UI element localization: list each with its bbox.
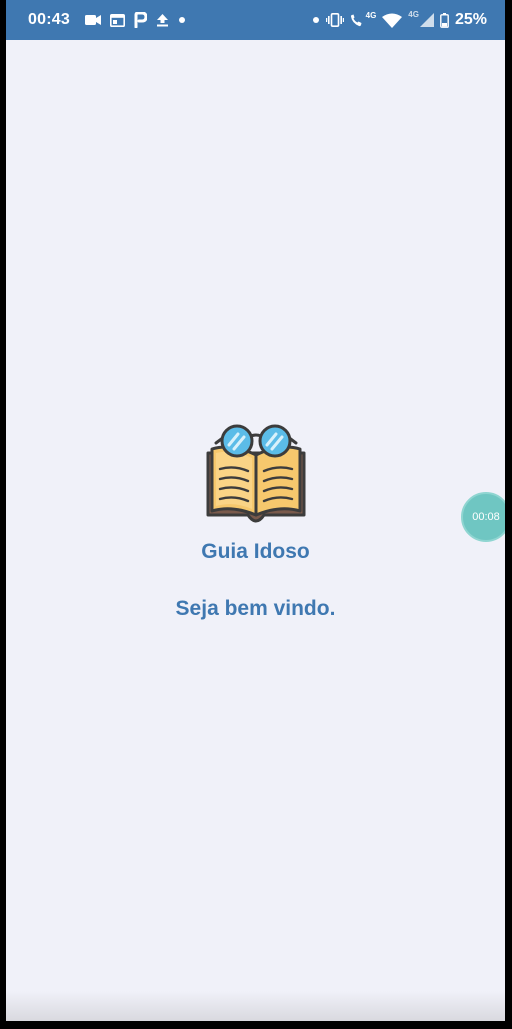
vibrate-icon xyxy=(325,0,344,40)
upload-icon xyxy=(156,0,169,40)
wifi-icon xyxy=(382,0,403,40)
status-right-group: 4G 4G 25% xyxy=(312,0,487,40)
recording-timer: 00:08 xyxy=(472,511,500,523)
splash-screen: Guia Idoso Seja bem vindo. xyxy=(6,40,505,995)
window-icon xyxy=(109,0,125,40)
dot-icon xyxy=(312,0,320,40)
video-camera-icon xyxy=(84,0,101,40)
battery-percentage: 25% xyxy=(454,11,487,28)
status-left-group: 00:43 xyxy=(28,0,186,40)
screen-recorder-bubble[interactable]: 00:08 xyxy=(461,492,505,542)
network-type-label: 4G xyxy=(365,11,377,20)
status-time: 00:43 xyxy=(28,11,70,28)
app-title: Guia Idoso xyxy=(201,540,310,563)
network-type-label: 4G xyxy=(408,10,419,19)
signal-icon: 4G xyxy=(408,0,434,40)
navigation-bar-area xyxy=(6,991,505,1021)
status-bar: 00:43 4G 4G 25% xyxy=(6,0,505,40)
open-book-with-glasses-icon xyxy=(204,423,308,525)
battery-icon xyxy=(440,0,449,40)
p-icon xyxy=(134,0,147,40)
call-icon: 4G xyxy=(350,0,377,40)
dot-icon xyxy=(178,0,186,40)
welcome-message: Seja bem vindo. xyxy=(175,597,336,620)
phone-screen: 00:43 4G 4G 25% Guia Idoso Seja bem vind… xyxy=(6,0,505,1021)
